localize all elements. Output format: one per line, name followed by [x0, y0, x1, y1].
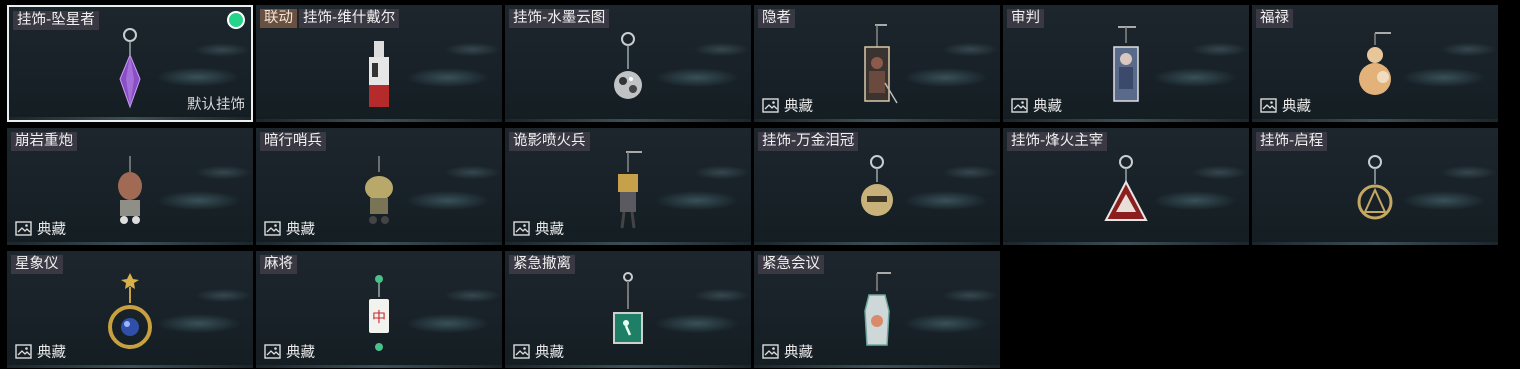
card-title: 挂饰-水墨云图	[509, 9, 610, 28]
card-title: 暗行哨兵	[260, 132, 326, 151]
collection-badge: 典藏	[15, 341, 66, 362]
card-title: 隐者	[758, 9, 795, 28]
badge-label: 典藏	[784, 99, 813, 115]
charm-card-collab-weishidaier[interactable]: 联动 挂饰-维什戴尔	[256, 5, 502, 122]
svg-text:中: 中	[372, 310, 386, 326]
charm-card-departure[interactable]: 挂饰-启程	[1252, 128, 1498, 245]
charm-card-astrolabe[interactable]: 星象仪 典藏	[7, 251, 253, 368]
collection-badge: 典藏	[1011, 95, 1062, 116]
tarot-card-charm-icon	[1113, 26, 1139, 102]
card-title: 审判	[1007, 9, 1044, 28]
card-title: 紧急会议	[758, 255, 824, 274]
charm-card-crag-cannon[interactable]: 崩岩重炮 典藏	[7, 128, 253, 245]
card-name: 审判	[1007, 9, 1044, 28]
badge-label: 典藏	[37, 222, 66, 238]
card-title: 紧急撤离	[509, 255, 575, 274]
card-name: 暗行哨兵	[260, 132, 326, 151]
gourd-charm-icon	[1359, 32, 1391, 95]
image-icon	[1011, 98, 1028, 113]
card-title: 挂饰-烽火主宰	[1007, 132, 1108, 151]
badge-label: 典藏	[286, 345, 315, 361]
exit-sign-charm-icon	[613, 272, 643, 344]
image-icon	[264, 344, 281, 359]
card-title: 挂饰-启程	[1256, 132, 1328, 151]
card-title: 挂饰-坠星者	[13, 11, 99, 30]
card-name: 紧急撤离	[509, 255, 575, 274]
collection-badge: 典藏	[762, 341, 813, 362]
charm-card-judgement[interactable]: 审判 典藏	[1003, 5, 1249, 122]
badge-label: 典藏	[1033, 99, 1062, 115]
crown-charm-icon	[861, 155, 893, 216]
card-title: 麻将	[260, 255, 297, 274]
badge-label: 典藏	[1282, 99, 1311, 115]
card-name: 挂饰-坠星者	[13, 11, 99, 30]
collection-badge: 典藏	[762, 95, 813, 116]
card-name: 福禄	[1256, 9, 1293, 28]
mahjong-tile-charm-icon: 中	[369, 275, 389, 351]
image-icon	[762, 98, 779, 113]
tag-charm-icon	[369, 41, 389, 107]
card-name: 麻将	[260, 255, 297, 274]
badge-label: 典藏	[37, 345, 66, 361]
charm-card-fortune[interactable]: 福禄 典藏	[1252, 5, 1498, 122]
badge-label: 典藏	[535, 222, 564, 238]
card-title: 诡影喷火兵	[509, 132, 590, 151]
card-name: 崩岩重炮	[11, 132, 77, 151]
triangle-emblem-charm-icon	[1104, 155, 1148, 221]
figure-charm-icon	[618, 151, 642, 229]
charm-card-fallen-star[interactable]: 挂饰-坠星者 默认挂饰	[7, 5, 253, 122]
collab-tag: 联动	[260, 9, 297, 28]
card-name: 挂饰-万金泪冠	[758, 132, 859, 151]
collection-badge: 典藏	[513, 341, 564, 362]
card-name: 挂饰-启程	[1256, 132, 1328, 151]
image-icon	[15, 344, 32, 359]
card-name: 诡影喷火兵	[509, 132, 590, 151]
card-title: 福禄	[1256, 9, 1293, 28]
badge-label: 典藏	[784, 345, 813, 361]
figure-charm-icon	[118, 156, 142, 224]
image-icon	[1260, 98, 1277, 113]
image-icon	[762, 344, 779, 359]
figure-charm-icon	[365, 156, 393, 224]
charm-card-mahjong[interactable]: 麻将 中 典藏	[256, 251, 502, 368]
tarot-card-charm-icon	[864, 24, 898, 104]
card-title: 星象仪	[11, 255, 63, 274]
charm-card-ink-cloud[interactable]: 挂饰-水墨云图	[505, 5, 751, 122]
badge-label: 典藏	[286, 222, 315, 238]
collection-badge: 典藏	[264, 218, 315, 239]
card-title: 崩岩重炮	[11, 132, 77, 151]
charm-card-phantom-flamethrower[interactable]: 诡影喷火兵 典藏	[505, 128, 751, 245]
charm-card-emergency-meeting[interactable]: 紧急会议 典藏	[754, 251, 1000, 368]
charm-card-emergency-evac[interactable]: 紧急撤离 典藏	[505, 251, 751, 368]
vase-charm-icon	[864, 272, 891, 346]
card-title: 挂饰-万金泪冠	[758, 132, 859, 151]
charm-card-golden-tear-crown[interactable]: 挂饰-万金泪冠	[754, 128, 1000, 245]
image-icon	[15, 221, 32, 236]
card-name: 挂饰-水墨云图	[509, 9, 610, 28]
selected-indicator-icon	[229, 13, 243, 27]
badge-label: 典藏	[535, 345, 564, 361]
image-icon	[513, 344, 530, 359]
card-name: 隐者	[758, 9, 795, 28]
collection-badge: 典藏	[264, 341, 315, 362]
crystal-charm-icon	[119, 28, 141, 109]
disco-ball-charm-icon	[614, 32, 642, 99]
image-icon	[513, 221, 530, 236]
card-name: 挂饰-烽火主宰	[1007, 132, 1108, 151]
charm-card-beacon-overlord[interactable]: 挂饰-烽火主宰	[1003, 128, 1249, 245]
collection-badge: 典藏	[513, 218, 564, 239]
charm-grid: 挂饰-坠星者 默认挂饰 联动 挂饰-维什戴尔 挂饰-水墨云图 隐者 典藏 审判 …	[0, 0, 1520, 369]
card-name: 紧急会议	[758, 255, 824, 274]
charm-card-hermit[interactable]: 隐者 典藏	[754, 5, 1000, 122]
ring-emblem-charm-icon	[1357, 155, 1393, 220]
image-icon	[264, 221, 281, 236]
astrolabe-charm-icon	[108, 273, 152, 349]
collection-badge: 典藏	[1260, 95, 1311, 116]
card-name: 星象仪	[11, 255, 63, 274]
charm-card-shadow-sentry[interactable]: 暗行哨兵 典藏	[256, 128, 502, 245]
default-charm-label: 默认挂饰	[187, 97, 245, 113]
collection-badge: 典藏	[15, 218, 66, 239]
